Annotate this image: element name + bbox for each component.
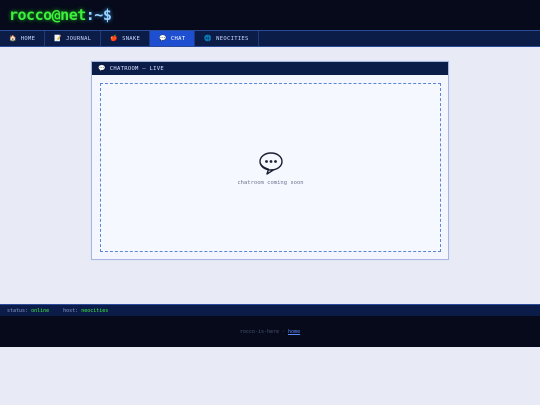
site-footer: rocco-is-here · home xyxy=(0,316,540,347)
logo-suffix: :~$ xyxy=(85,6,112,24)
nav-item-neocities[interactable]: 🌐 NEOCITIES xyxy=(195,31,259,46)
apple-icon: 🍎 xyxy=(110,34,119,42)
globe-icon: 🌐 xyxy=(204,34,213,42)
chatroom-panel: 💬 CHATROOM — LIVE chatroom coming soon xyxy=(91,61,449,260)
site-header: rocco@net:~$ xyxy=(0,0,540,30)
nav-item-snake[interactable]: 🍎 SNAKE xyxy=(101,31,151,46)
nav-item-label: HOME xyxy=(20,35,36,42)
main-nav: 🏠 HOME 📝 JOURNAL 🍎 SNAKE 💬 CHAT 🌐 NEOCIT… xyxy=(0,30,540,47)
footer-separator: · xyxy=(282,328,286,335)
panel-title: CHATROOM — LIVE xyxy=(109,65,164,72)
nav-item-label: CHAT xyxy=(170,35,186,42)
chatroom-area: chatroom coming soon xyxy=(100,83,441,252)
chat-bubble-icon: 💬 xyxy=(159,34,167,42)
home-icon: 🏠 xyxy=(9,34,17,42)
nav-item-home[interactable]: 🏠 HOME xyxy=(0,31,46,46)
journal-icon: 📝 xyxy=(54,34,63,42)
nav-item-label: NEOCITIES xyxy=(216,35,249,42)
footer-text: rocco-is-here xyxy=(239,328,280,335)
status-bar: status: online host: neocities xyxy=(0,304,540,316)
logo-main: rocco@net xyxy=(9,6,86,24)
status-key: status: xyxy=(7,307,29,314)
coming-soon-text: chatroom coming soon xyxy=(237,180,304,186)
nav-item-journal[interactable]: 📝 JOURNAL xyxy=(45,31,102,46)
footer-home-link[interactable]: home xyxy=(288,329,300,335)
panel-header: 💬 CHATROOM — LIVE xyxy=(92,62,448,75)
chat-bubble-icon: 💬 xyxy=(98,65,106,72)
host-value: neocities xyxy=(81,307,109,314)
host-key: host: xyxy=(63,307,79,314)
status-value: online xyxy=(31,307,50,314)
site-logo[interactable]: rocco@net:~$ xyxy=(9,6,112,24)
nav-item-label: SNAKE xyxy=(122,35,141,42)
nav-item-chat[interactable]: 💬 CHAT xyxy=(150,31,196,46)
nav-item-label: JOURNAL xyxy=(66,35,92,42)
speech-bubble-icon xyxy=(259,152,283,175)
